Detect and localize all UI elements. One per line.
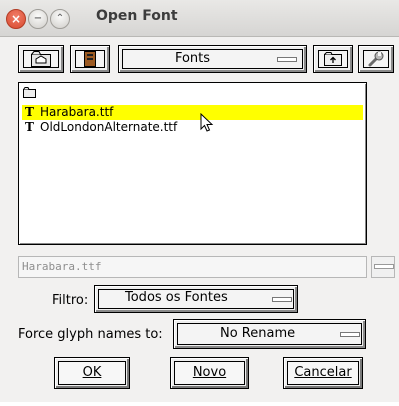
list-item[interactable]: T OldLondonAlternate.ttf — [22, 120, 363, 135]
mouse-pointer-icon — [200, 113, 214, 132]
title-bar: × − ⌃ Open Font — [0, 0, 399, 37]
folder-up-icon — [324, 52, 342, 66]
glyph-names-dropdown[interactable]: No Rename — [173, 319, 366, 349]
dropdown-indicator-icon — [374, 264, 394, 269]
truetype-icon: T — [25, 105, 34, 119]
truetype-icon: T — [25, 120, 34, 134]
tools-button[interactable] — [358, 45, 394, 73]
bookmark-icon — [84, 51, 96, 67]
glyph-names-value: No Rename — [220, 326, 296, 341]
file-name: Harabara.ttf — [40, 105, 114, 119]
window-title: Open Font — [96, 8, 178, 24]
filter-dropdown[interactable]: Todos os Fontes — [94, 285, 298, 313]
list-item-selected[interactable]: T Harabara.ttf — [22, 105, 363, 120]
ok-button-label: OK — [58, 361, 126, 385]
file-list[interactable]: .. T Harabara.ttf T OldLondonAlternate.ttf — [18, 82, 367, 245]
wrench-icon — [368, 51, 384, 67]
dropdown-indicator-icon — [340, 332, 360, 337]
directory-dropdown[interactable]: Fonts — [118, 45, 307, 73]
dropdown-indicator-icon — [272, 297, 292, 302]
close-window-button[interactable]: × — [6, 9, 26, 29]
dropdown-indicator-icon — [277, 57, 297, 62]
filter-label: Filtro: — [52, 293, 89, 308]
minimize-window-button[interactable]: − — [28, 9, 48, 29]
file-list-scrollbar[interactable] — [367, 82, 390, 245]
cancel-button[interactable]: Cancelar — [283, 357, 363, 389]
filter-value: Todos os Fontes — [125, 290, 228, 305]
open-font-dialog: × − ⌃ Open Font Fonts .. T Harabara.ttf … — [0, 0, 399, 402]
new-button[interactable]: Novo — [170, 357, 249, 389]
filename-input[interactable]: Harabara.ttf — [18, 256, 367, 278]
ok-button[interactable]: OK — [54, 357, 130, 389]
cancel-button-label: Cancelar — [287, 361, 359, 385]
filename-dropdown-button[interactable] — [371, 256, 395, 278]
home-folder-icon — [31, 51, 51, 67]
directory-label: Fonts — [174, 51, 211, 66]
glyph-names-label: Force glyph names to: — [18, 327, 163, 342]
file-name: OldLondonAlternate.ttf — [40, 120, 178, 134]
maximize-window-button[interactable]: ⌃ — [50, 9, 70, 29]
bookmarks-button[interactable] — [70, 45, 110, 73]
new-button-label: Novo — [174, 361, 245, 385]
home-folder-button[interactable] — [18, 45, 64, 73]
parent-directory-button[interactable] — [313, 45, 353, 73]
